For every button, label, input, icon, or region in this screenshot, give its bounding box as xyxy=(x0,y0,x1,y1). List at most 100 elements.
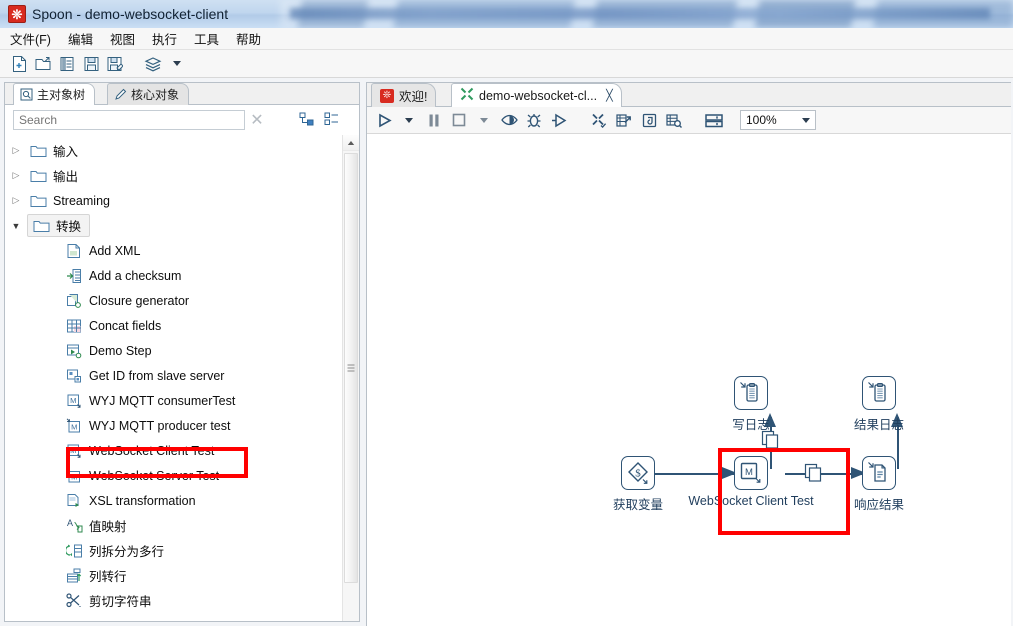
slave-server-icon xyxy=(63,368,85,384)
folder-icon xyxy=(27,144,49,158)
verify-transformation-button[interactable] xyxy=(588,109,610,131)
tab-main-object-tree[interactable]: 主对象树 xyxy=(13,83,96,105)
triangle-up-icon[interactable] xyxy=(343,135,359,151)
title-bar: ❊ Spoon - demo-websocket-client xyxy=(0,0,1013,28)
main-toolbar xyxy=(0,50,1013,78)
tree-item-label: Streaming xyxy=(53,193,110,208)
tree-item-label: 值映射 xyxy=(89,520,127,534)
zoom-value: 100% xyxy=(746,113,777,127)
replay-button[interactable] xyxy=(548,109,570,131)
tree-step-cut-string[interactable]: 剪切字符串 xyxy=(5,588,341,613)
tree-step-wyj-mqtt-producer-test[interactable]: M WYJ MQTT producer test xyxy=(5,413,341,438)
menu-bar: 文件(F) 编辑 视图 执行 工具 帮助 xyxy=(0,28,1013,50)
step-write-log[interactable]: 写日志 xyxy=(732,376,770,432)
menu-view[interactable]: 视图 xyxy=(110,29,135,48)
tree-step-get-id-from-slave-server[interactable]: Get ID from slave server xyxy=(5,363,341,388)
background-window-blur-text xyxy=(290,8,990,19)
highlight-canvas-websocket-client-test xyxy=(718,448,850,535)
tree-item-label: 转换 xyxy=(56,220,82,234)
tab-welcome[interactable]: ❊ 欢迎! xyxy=(371,83,437,107)
run-options-dropdown[interactable] xyxy=(398,109,420,131)
save-button[interactable] xyxy=(80,53,102,75)
tree-folder-transform[interactable]: ▼ 转换 xyxy=(5,213,341,238)
menu-edit[interactable]: 编辑 xyxy=(68,29,93,48)
close-icon[interactable]: ╳ xyxy=(606,89,613,102)
close-icon[interactable]: ✕ xyxy=(245,109,269,131)
chevron-down-icon[interactable]: ▼ xyxy=(5,221,27,231)
search-input[interactable] xyxy=(13,110,245,130)
run-button[interactable] xyxy=(373,109,395,131)
window-title: Spoon - demo-websocket-client xyxy=(32,6,229,22)
response-result-icon xyxy=(862,456,896,490)
generate-sql-button[interactable] xyxy=(638,109,660,131)
tree-item-label: 输入 xyxy=(53,145,79,159)
collapse-tree-icon[interactable] xyxy=(324,112,339,129)
tree-step-closure-generator[interactable]: Closure generator xyxy=(5,288,341,313)
tree-folder-output[interactable]: ▷ 输出 xyxy=(5,163,341,188)
impact-button[interactable] xyxy=(613,109,635,131)
tree-item-label: Demo Step xyxy=(89,343,152,358)
step-result-log[interactable]: 结果日志 xyxy=(854,376,904,432)
editor-tabstrip: ❊ 欢迎! demo-websocket-cl... ╳ xyxy=(367,83,1011,107)
menu-run[interactable]: 执行 xyxy=(152,29,177,48)
scrollbar-thumb[interactable] xyxy=(344,153,358,583)
svg-text:M: M xyxy=(71,422,77,431)
tree-step-xsl-transformation[interactable]: XSL transformation xyxy=(5,488,341,513)
debug-button[interactable] xyxy=(523,109,545,131)
explore-repository-button[interactable] xyxy=(56,53,78,75)
tree-step-demo-step[interactable]: Demo Step xyxy=(5,338,341,363)
chevron-right-icon[interactable]: ▷ xyxy=(5,170,27,181)
chevron-right-icon[interactable]: ▷ xyxy=(5,145,27,156)
results-search-button[interactable] xyxy=(663,109,685,131)
grid-rows-button[interactable] xyxy=(703,109,725,131)
tree-item-label: Concat fields xyxy=(89,318,162,333)
tree-step-add-a-checksum[interactable]: Add a checksum xyxy=(5,263,341,288)
right-panel: ❊ 欢迎! demo-websocket-cl... ╳ 100% $ 获取变量… xyxy=(366,82,1011,626)
scrollbar-grip xyxy=(347,364,355,372)
tree-folder-input[interactable]: ▷ 输入 xyxy=(5,138,341,163)
chevron-down-icon[interactable] xyxy=(802,117,810,123)
scissors-icon xyxy=(63,592,85,609)
tab-transformation[interactable]: demo-websocket-cl... ╳ xyxy=(451,83,622,107)
stop-options-dropdown[interactable] xyxy=(473,109,495,131)
perspective-dropdown-caret[interactable] xyxy=(166,53,188,75)
folder-icon xyxy=(27,194,49,208)
folder-icon xyxy=(27,169,49,183)
tab-welcome-label: 欢迎! xyxy=(399,90,428,104)
zoom-select[interactable]: 100% xyxy=(740,110,816,130)
get-variables-icon: $ xyxy=(621,456,655,490)
write-log-icon xyxy=(862,376,896,410)
left-panel: 主对象树 核心对象 ✕ ▷ xyxy=(4,82,360,622)
tree-folder-streaming[interactable]: ▷ Streaming xyxy=(5,188,341,213)
expand-tree-icon[interactable] xyxy=(299,112,314,129)
tree-step-value-mapper[interactable]: A 值映射 xyxy=(5,513,341,538)
open-file-button[interactable] xyxy=(32,53,54,75)
step-get-variables[interactable]: $ 获取变量 xyxy=(613,456,663,512)
new-file-button[interactable] xyxy=(8,53,30,75)
preview-button[interactable] xyxy=(498,109,520,131)
grid-icon xyxy=(63,319,85,333)
tree-step-wyj-mqtt-consumertest[interactable]: M WYJ MQTT consumerTest xyxy=(5,388,341,413)
svg-text:M: M xyxy=(70,396,76,405)
save-as-button[interactable] xyxy=(104,53,126,75)
menu-file[interactable]: 文件(F) xyxy=(10,29,51,48)
step-response-result[interactable]: 响应结果 xyxy=(854,456,904,512)
row-denormaliser-icon xyxy=(63,568,85,584)
tree-step-add-xml[interactable]: Add XML xyxy=(5,238,341,263)
tree-step-split-field-to-rows[interactable]: 列拆分为多行 xyxy=(5,538,341,563)
transformation-canvas[interactable]: $ 获取变量 写日志 M WebSocket Client Test 结果日志 … xyxy=(367,135,1011,626)
tree-step-concat-fields[interactable]: Concat fields xyxy=(5,313,341,338)
pause-button[interactable] xyxy=(423,109,445,131)
transformation-icon xyxy=(460,87,474,104)
menu-tools[interactable]: 工具 xyxy=(194,29,219,48)
tab-core-objects-label: 核心对象 xyxy=(131,88,180,102)
tree-step-row-denormaliser[interactable]: 列转行 xyxy=(5,563,341,588)
menu-help[interactable]: 帮助 xyxy=(236,29,261,48)
chevron-right-icon[interactable]: ▷ xyxy=(5,195,27,206)
closure-icon xyxy=(63,293,85,309)
tree-vertical-scrollbar[interactable] xyxy=(342,135,359,621)
tab-core-objects[interactable]: 核心对象 xyxy=(107,83,190,105)
stop-button[interactable] xyxy=(448,109,470,131)
step-label: 结果日志 xyxy=(853,418,905,432)
perspective-button[interactable] xyxy=(142,53,164,75)
